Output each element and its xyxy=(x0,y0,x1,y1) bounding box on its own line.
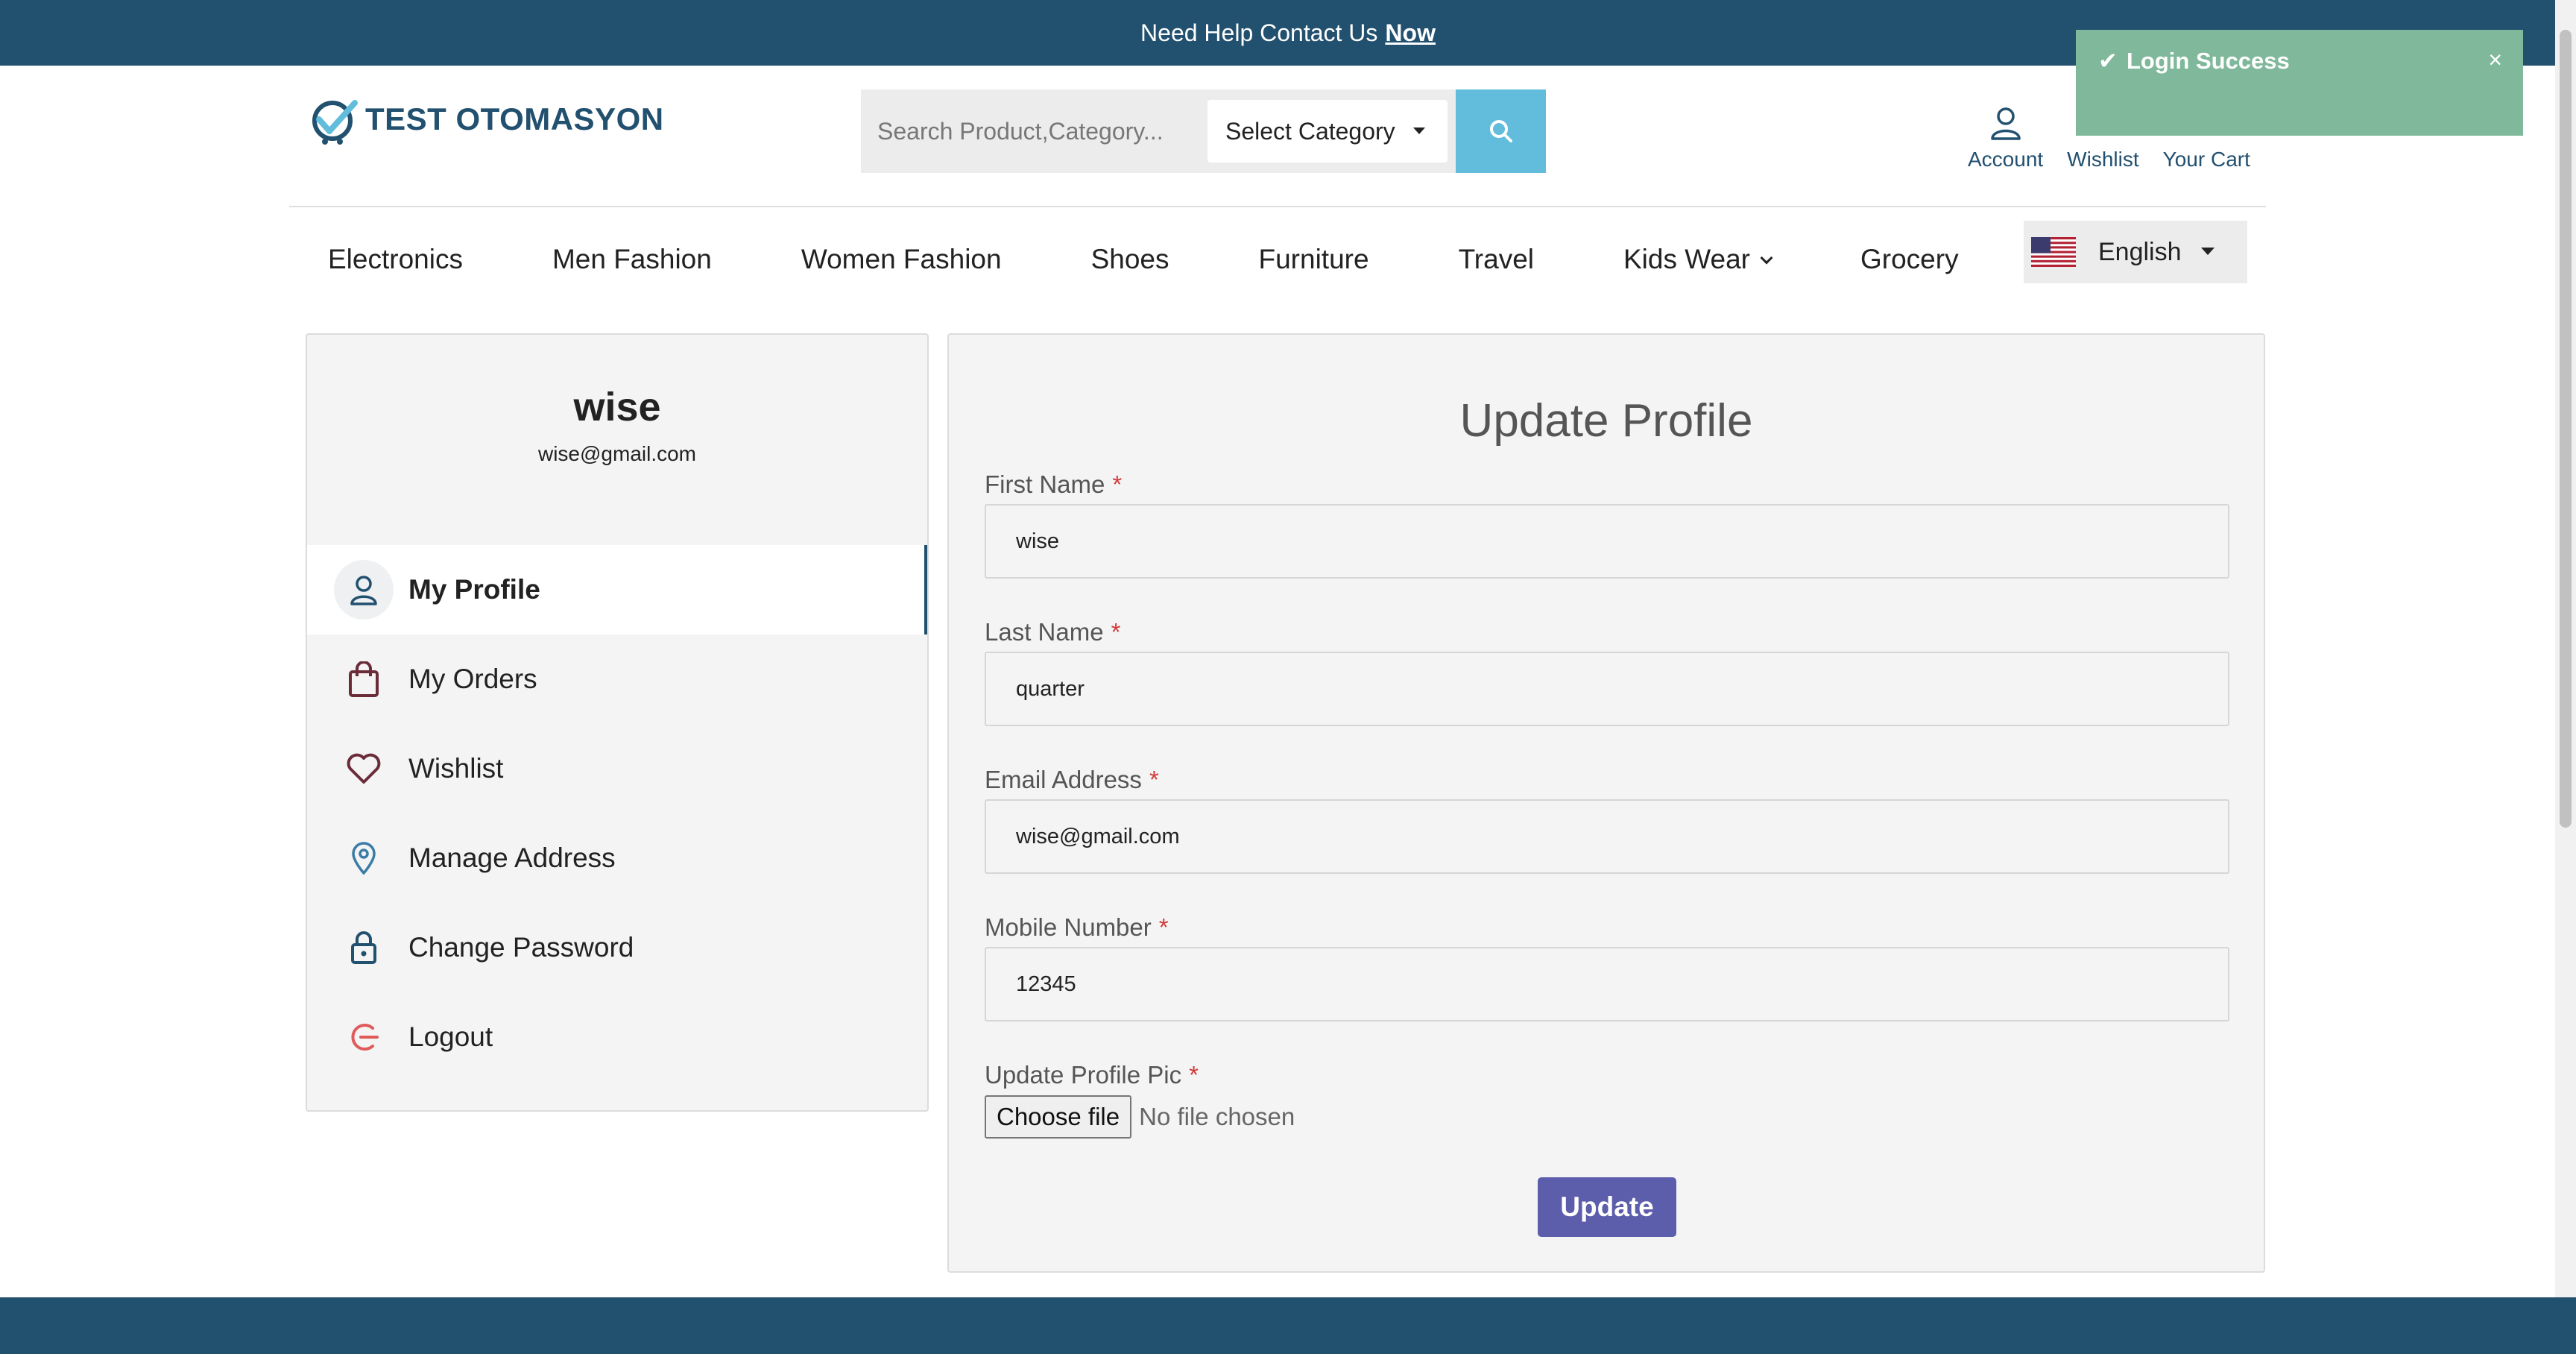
account-label: Account xyxy=(1968,148,2044,171)
menu-item-wishlist[interactable]: Wishlist xyxy=(307,724,927,813)
email-field[interactable] xyxy=(985,799,2229,874)
menu-item-label: My Orders xyxy=(408,664,537,694)
mobile-label: Mobile Number * xyxy=(985,913,1169,942)
nav-item-electronics[interactable]: Electronics xyxy=(328,244,463,275)
shopping-bag-icon xyxy=(334,649,394,709)
file-status: No file chosen xyxy=(1139,1103,1295,1130)
lock-icon xyxy=(334,918,394,977)
nav-item-kids-wear[interactable]: Kids Wear xyxy=(1623,244,1773,275)
wishlist-label: Wishlist xyxy=(2067,148,2139,171)
mobile-field[interactable] xyxy=(985,947,2229,1021)
email-label: Email Address * xyxy=(985,766,1159,794)
language-select[interactable]: English xyxy=(2024,221,2247,283)
logout-icon xyxy=(334,1007,394,1067)
last-name-label-text: Last Name xyxy=(985,618,1104,646)
help-text: Need Help Contact Us xyxy=(1140,19,1378,46)
profile-pic-file-input: Choose file No file chosen xyxy=(985,1095,1295,1139)
cart-label: Your Cart xyxy=(2162,148,2250,171)
header-links: Account Wishlist Your Cart xyxy=(1968,89,2274,171)
profile-pic-label-text: Update Profile Pic xyxy=(985,1061,1182,1089)
nav-item-travel[interactable]: Travel xyxy=(1459,244,1534,275)
caret-down-icon xyxy=(2201,248,2214,255)
user-icon xyxy=(334,560,394,620)
search-input[interactable] xyxy=(861,89,1189,173)
language-label: English xyxy=(2098,237,2182,266)
update-button[interactable]: Update xyxy=(1538,1177,1676,1237)
nav-item-shoes[interactable]: Shoes xyxy=(1091,244,1169,275)
menu-item-logout[interactable]: Logout xyxy=(307,992,927,1082)
footer-bar xyxy=(0,1297,2576,1354)
account-menu: My Profile My Orders Wishlist Manage Add… xyxy=(307,545,927,1082)
contact-now-link[interactable]: Now xyxy=(1385,19,1436,47)
last-name-field[interactable] xyxy=(985,652,2229,726)
search-button[interactable] xyxy=(1456,89,1546,173)
required-mark: * xyxy=(1189,1061,1199,1089)
site-logo[interactable]: TEST OTOMASYON xyxy=(307,89,664,149)
nav-item-furniture[interactable]: Furniture xyxy=(1259,244,1369,275)
menu-item-change-password[interactable]: Change Password xyxy=(307,903,927,992)
menu-item-manage-address[interactable]: Manage Address xyxy=(307,813,927,903)
check-icon: ✔ xyxy=(2098,48,2118,74)
menu-item-label: Logout xyxy=(408,1021,493,1052)
profile-pic-label: Update Profile Pic * xyxy=(985,1061,1199,1089)
first-name-field[interactable] xyxy=(985,504,2229,579)
last-name-label: Last Name * xyxy=(985,618,1120,646)
menu-item-label: My Profile xyxy=(408,574,540,605)
account-sidebar: wise wise@gmail.com My Profile My Orders… xyxy=(306,333,929,1112)
menu-item-my-orders[interactable]: My Orders xyxy=(307,635,927,724)
first-name-label-text: First Name xyxy=(985,470,1105,498)
caret-down-icon xyxy=(1413,127,1425,134)
email-label-text: Email Address xyxy=(985,766,1142,793)
form-title: Update Profile xyxy=(1459,395,1753,447)
search-icon xyxy=(1489,120,1512,142)
update-profile-form: Update Profile First Name* Last Name* Em… xyxy=(947,333,2265,1273)
category-select[interactable]: Select Category xyxy=(1208,100,1448,163)
logo-text: TEST OTOMASYON xyxy=(365,101,664,136)
chevron-down-icon xyxy=(1760,251,1773,265)
user-name: wise xyxy=(573,385,661,429)
required-mark: * xyxy=(1149,766,1159,793)
user-icon xyxy=(1990,107,2021,140)
account-link[interactable]: Account xyxy=(1968,89,2043,171)
menu-item-label: Change Password xyxy=(408,932,634,963)
nav-item-women-fashion[interactable]: Women Fashion xyxy=(801,244,1002,275)
menu-item-label: Wishlist xyxy=(408,753,504,784)
scrollbar-thumb[interactable] xyxy=(2560,30,2572,828)
wishlist-link[interactable]: Wishlist xyxy=(2067,89,2138,171)
heart-icon xyxy=(334,739,394,799)
menu-item-my-profile[interactable]: My Profile xyxy=(307,545,927,635)
page-scrollbar[interactable] xyxy=(2555,0,2576,1297)
nav-item-men-fashion[interactable]: Men Fashion xyxy=(552,244,712,275)
logo-check-icon xyxy=(312,100,358,145)
first-name-label: First Name * xyxy=(985,470,1122,499)
search-bar: Select Category xyxy=(861,89,1456,173)
required-mark: * xyxy=(1112,470,1123,498)
nav-item-grocery[interactable]: Grocery xyxy=(1860,244,1959,275)
header-divider xyxy=(289,206,2266,207)
choose-file-button[interactable]: Choose file xyxy=(985,1095,1132,1139)
user-email: wise@gmail.com xyxy=(537,442,697,465)
required-mark: * xyxy=(1111,618,1121,646)
main-nav: Electronics Men Fashion Women Fashion Sh… xyxy=(328,239,1959,280)
menu-item-label: Manage Address xyxy=(408,843,616,873)
close-icon[interactable]: × xyxy=(2488,46,2502,74)
location-pin-icon xyxy=(334,828,394,888)
cart-link[interactable]: Your Cart xyxy=(2163,89,2250,171)
mobile-label-text: Mobile Number xyxy=(985,913,1152,941)
category-select-label: Select Category xyxy=(1225,117,1395,145)
us-flag-icon xyxy=(2031,237,2076,267)
nav-item-kids-wear-label: Kids Wear xyxy=(1623,244,1750,274)
required-mark: * xyxy=(1158,913,1169,941)
toast-message: Login Success xyxy=(2126,48,2290,74)
